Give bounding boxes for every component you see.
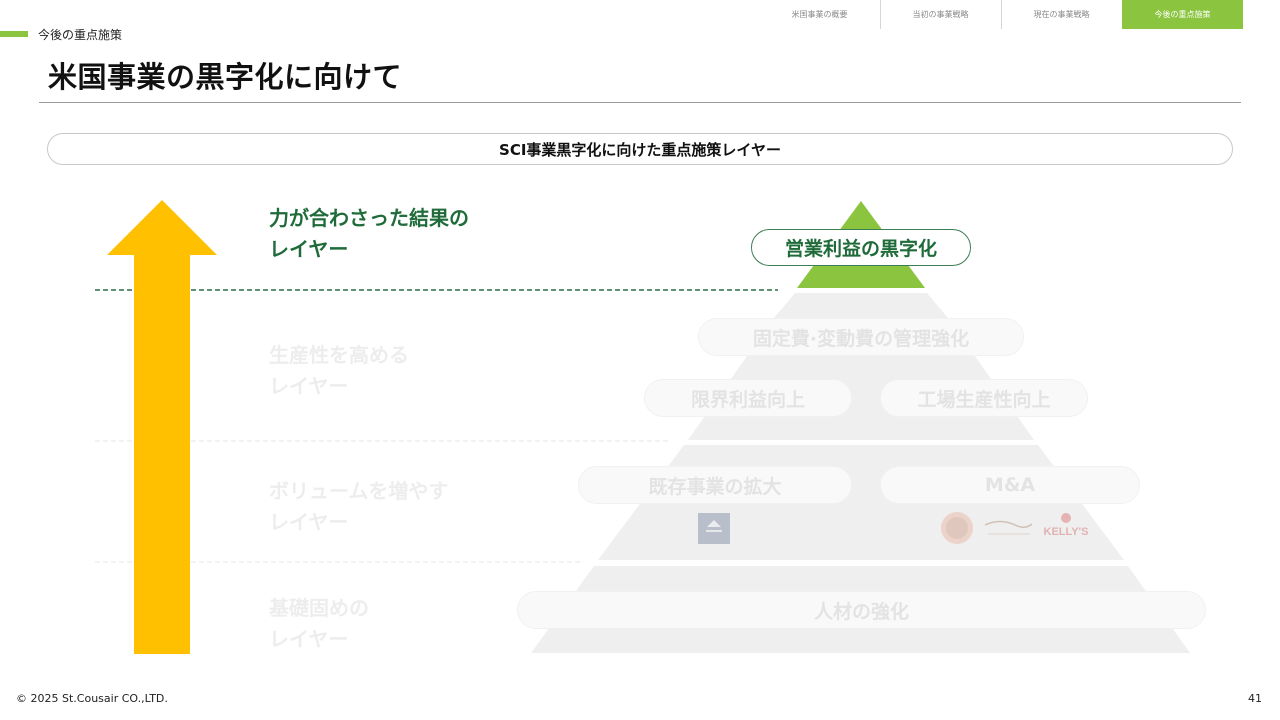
upward-arrow [107,200,217,654]
layer-label-volume: ボリュームを増やす レイヤー [269,479,449,534]
pill-marginal-profit: 限界利益向上 [644,379,852,417]
pill-factory-productivity: 工場生産性向上 [880,379,1088,417]
layer-label-productivity: 生産性を高める レイヤー [269,343,409,398]
pill-talent: 人材の強化 [517,591,1206,629]
pill-m-and-a: M&A [880,466,1140,504]
page-number: 41 [1248,692,1262,705]
pyramid-tier-2 [774,293,948,318]
copyright: © 2025 St.Cousair CO.,LTD. [16,692,168,705]
pill-operating-profit: 営業利益の黒字化 [751,229,971,266]
existing-business-logo [698,513,730,544]
acquired-brand-logo-3 [1061,513,1071,523]
pill-existing-business: 既存事業の拡大 [578,466,852,504]
layer-label-foundation: 基礎固めの レイヤー [269,596,369,651]
layer-label-result: 力が合わさった結果の レイヤー [269,206,469,261]
acquired-brand-logo-1 [941,512,973,544]
pill-cost-management: 固定費·変動費の管理強化 [698,318,1024,356]
kelly-brand-text: KELLY'S [1044,526,1089,538]
